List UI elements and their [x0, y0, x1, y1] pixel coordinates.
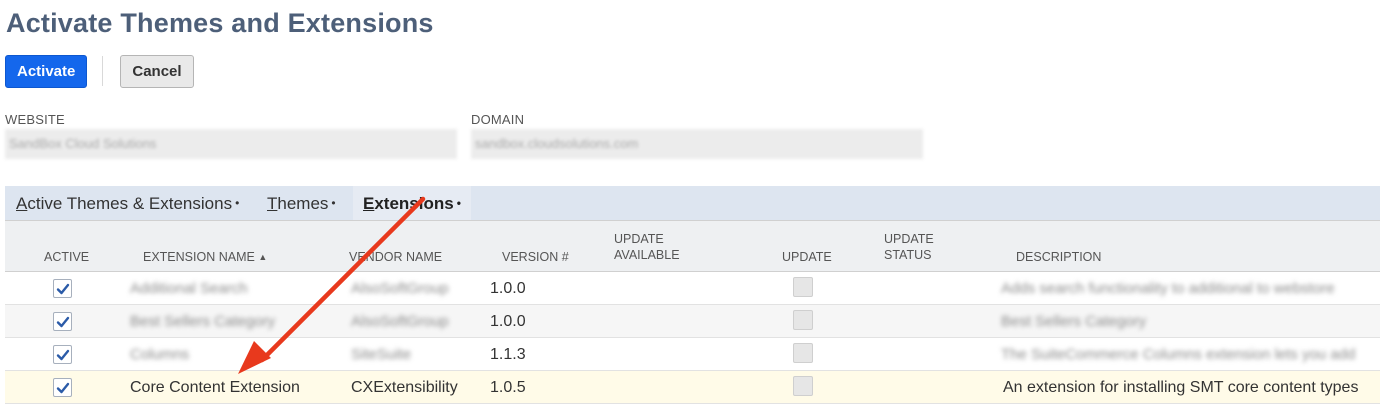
extension-name: Core Content Extension — [130, 379, 300, 396]
checkmark-icon — [56, 283, 70, 295]
col-update-status[interactable]: UPDATE STATUS — [884, 231, 934, 263]
update-checkbox[interactable] — [793, 310, 813, 330]
table-header: ACTIVE EXTENSION NAME ▲ VENDOR NAME VERS… — [5, 220, 1380, 272]
col-version[interactable]: VERSION # — [502, 249, 569, 265]
tab-dot: • — [235, 196, 240, 210]
tab-label-access-key: T — [267, 194, 278, 213]
tab-label-access-key: A — [16, 194, 28, 213]
col-extension-name-label: EXTENSION NAME — [143, 250, 255, 264]
tab-label-access-key: E — [363, 194, 375, 213]
active-checkbox[interactable] — [53, 312, 72, 331]
col-update-available[interactable]: UPDATE AVAILABLE — [614, 231, 680, 263]
extensions-table: ACTIVE EXTENSION NAME ▲ VENDOR NAME VERS… — [5, 220, 1380, 404]
description: The SuiteCommerce Columns extension lets… — [1001, 346, 1356, 363]
update-checkbox[interactable] — [793, 343, 813, 363]
tab-label: ctive Themes & Extensions — [27, 194, 233, 213]
vendor-name: AlsoSoftGroup — [351, 313, 449, 330]
col-active[interactable]: ACTIVE — [44, 249, 89, 265]
tab-dot: • — [456, 196, 461, 210]
col-update-available-line2: AVAILABLE — [614, 248, 680, 262]
toolbar: Activate Cancel — [5, 54, 194, 88]
domain-label: DOMAIN — [471, 112, 525, 127]
domain-value: sandbox.cloudsolutions.com — [471, 129, 923, 159]
update-checkbox[interactable] — [793, 376, 813, 396]
page-title: Activate Themes and Extensions — [6, 8, 434, 38]
table-row[interactable]: Additional Search AlsoSoftGroup 1.0.0 Ad… — [5, 272, 1380, 305]
col-update-available-line1: UPDATE — [614, 232, 664, 246]
sort-ascending-icon: ▲ — [258, 252, 268, 262]
active-checkbox[interactable] — [53, 345, 72, 364]
tab-themes[interactable]: Themes • — [267, 186, 336, 220]
tab-label: hemes — [277, 194, 329, 213]
description: Adds search functionality to additional … — [1001, 280, 1335, 297]
cancel-button[interactable]: Cancel — [120, 54, 194, 88]
extension-name: Columns — [130, 346, 190, 363]
version: 1.1.3 — [490, 346, 526, 363]
table-row[interactable]: Best Sellers Category AlsoSoftGroup 1.0.… — [5, 305, 1380, 338]
checkmark-icon — [56, 349, 70, 361]
vendor-name: AlsoSoftGroup — [351, 280, 449, 297]
tab-bar: Active Themes & Extensions • Themes • Exte… — [5, 186, 1380, 220]
vendor-name: SiteSuite — [351, 346, 412, 363]
extension-name: Best Sellers Category — [130, 313, 276, 330]
tab-active-themes-extensions[interactable]: Active Themes & Extensions • — [16, 186, 239, 220]
checkmark-icon — [56, 382, 70, 394]
tab-label: xtensions — [374, 194, 454, 213]
col-vendor-name[interactable]: VENDOR NAME — [349, 249, 442, 265]
extension-name: Additional Search — [130, 280, 248, 297]
table-row[interactable]: Core Content Extension CXExtensibility 1… — [5, 371, 1380, 404]
vendor-name: CXExtensibility — [351, 379, 458, 396]
col-description[interactable]: DESCRIPTION — [1016, 249, 1101, 265]
active-checkbox[interactable] — [53, 378, 72, 397]
version: 1.0.0 — [490, 313, 526, 330]
website-value: SandBox Cloud Solutions — [5, 129, 457, 159]
update-checkbox[interactable] — [793, 277, 813, 297]
activate-button[interactable]: Activate — [5, 54, 88, 88]
col-update-status-line2: STATUS — [884, 248, 932, 262]
domain-field: DOMAIN sandbox.cloudsolutions.com — [471, 112, 923, 159]
description: An extension for installing SMT core con… — [1003, 379, 1359, 396]
col-update[interactable]: UPDATE — [782, 249, 832, 265]
active-checkbox[interactable] — [53, 279, 72, 298]
tab-dot: • — [331, 196, 336, 210]
website-field: WEBSITE SandBox Cloud Solutions — [5, 112, 457, 159]
version: 1.0.5 — [490, 379, 526, 396]
table-row[interactable]: Columns SiteSuite 1.1.3 The SuiteCommerc… — [5, 338, 1380, 371]
col-update-status-line1: UPDATE — [884, 232, 934, 246]
website-label: WEBSITE — [5, 112, 65, 127]
version: 1.0.0 — [490, 280, 526, 297]
toolbar-divider — [102, 56, 104, 86]
description: Best Sellers Category — [1001, 313, 1147, 330]
tab-extensions[interactable]: Extensions • — [353, 186, 471, 220]
checkmark-icon — [56, 316, 70, 328]
col-extension-name[interactable]: EXTENSION NAME ▲ — [143, 249, 267, 265]
